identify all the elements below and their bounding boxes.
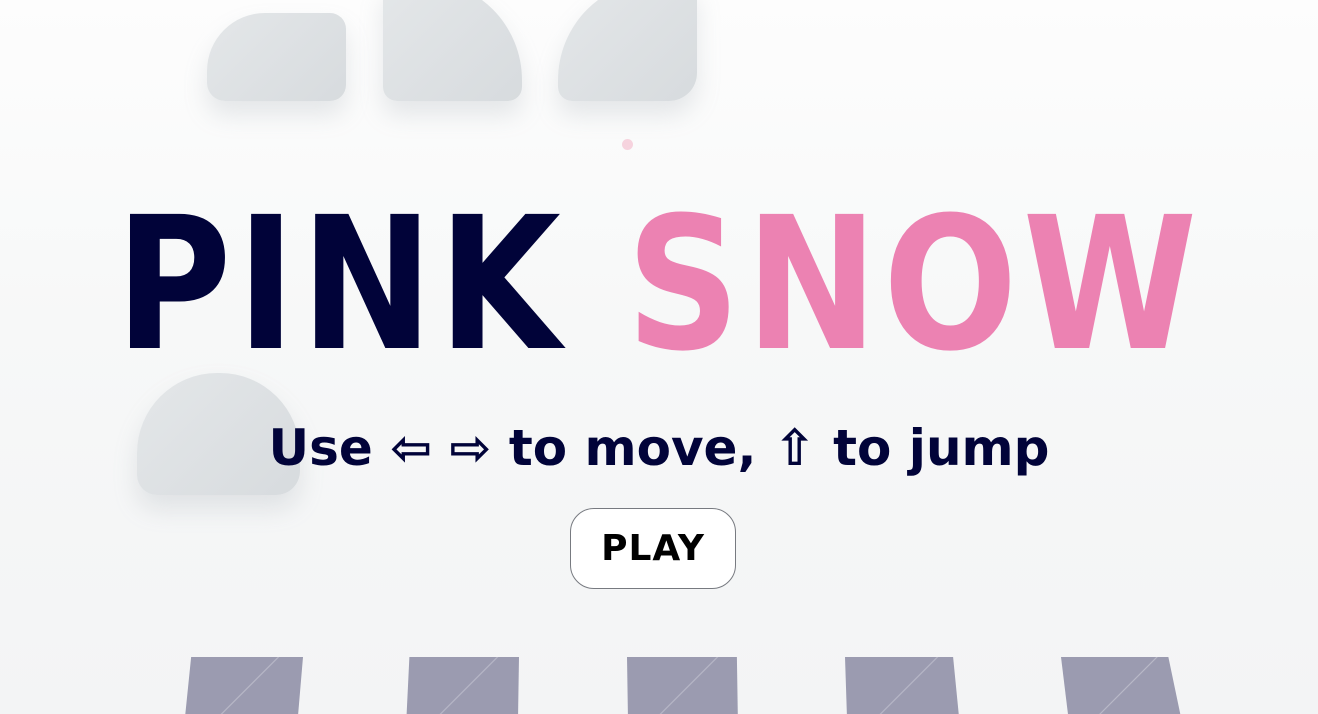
snow-platform bbox=[383, 0, 522, 101]
snowflake bbox=[622, 139, 633, 150]
snow-platform bbox=[207, 13, 346, 101]
ground-tile bbox=[184, 657, 303, 714]
ground-tile bbox=[627, 657, 738, 714]
snow-platform bbox=[558, 0, 697, 101]
game-title: PINK SNOW bbox=[0, 190, 1318, 380]
title-word-pink: PINK bbox=[115, 178, 567, 392]
controls-instructions: Use ⇦ ⇨ to move, ⇧ to jump bbox=[268, 419, 1050, 477]
ground-tile bbox=[406, 657, 519, 714]
title-word-snow: SNOW bbox=[626, 178, 1203, 392]
play-button[interactable]: PLAY bbox=[570, 508, 736, 589]
ground-tile bbox=[1061, 657, 1183, 714]
ground-tile bbox=[845, 657, 960, 714]
game-start-screen: PINK SNOW Use ⇦ ⇨ to move, ⇧ to jump PLA… bbox=[0, 0, 1318, 714]
